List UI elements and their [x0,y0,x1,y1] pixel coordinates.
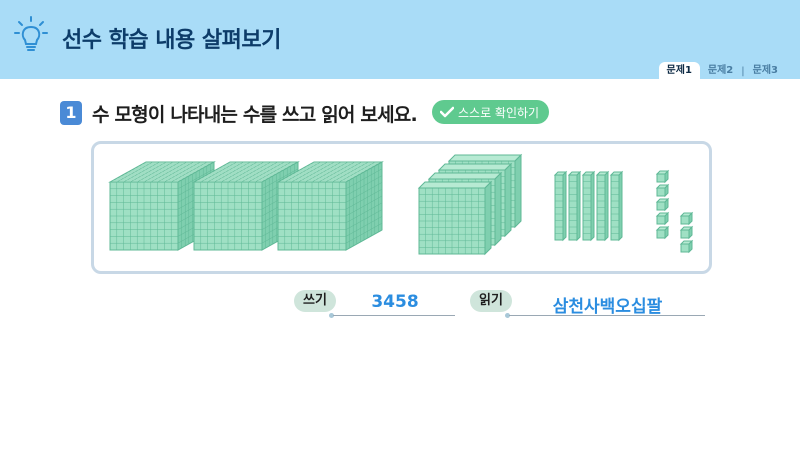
ten-rod [553,170,568,242]
write-label: 쓰기 [294,290,336,312]
one-cube [655,211,670,226]
ten-rod [609,170,624,242]
one-cube [679,239,694,254]
one-cube [655,169,670,184]
write-line [333,315,455,316]
hundred-flat [417,180,493,256]
base-ten-blocks [108,153,694,256]
read-answer[interactable]: 삼천사백오십팔 [520,292,695,317]
read-label: 읽기 [470,290,512,312]
ten-rod [567,170,582,242]
ten-rod [595,170,610,242]
one-cube [655,183,670,198]
one-cube [679,225,694,240]
one-cube [655,225,670,240]
one-cube [679,211,694,226]
one-cube [655,197,670,212]
ten-rod [581,170,596,242]
write-answer[interactable]: 3458 [345,292,445,312]
thousand-block [276,161,384,251]
